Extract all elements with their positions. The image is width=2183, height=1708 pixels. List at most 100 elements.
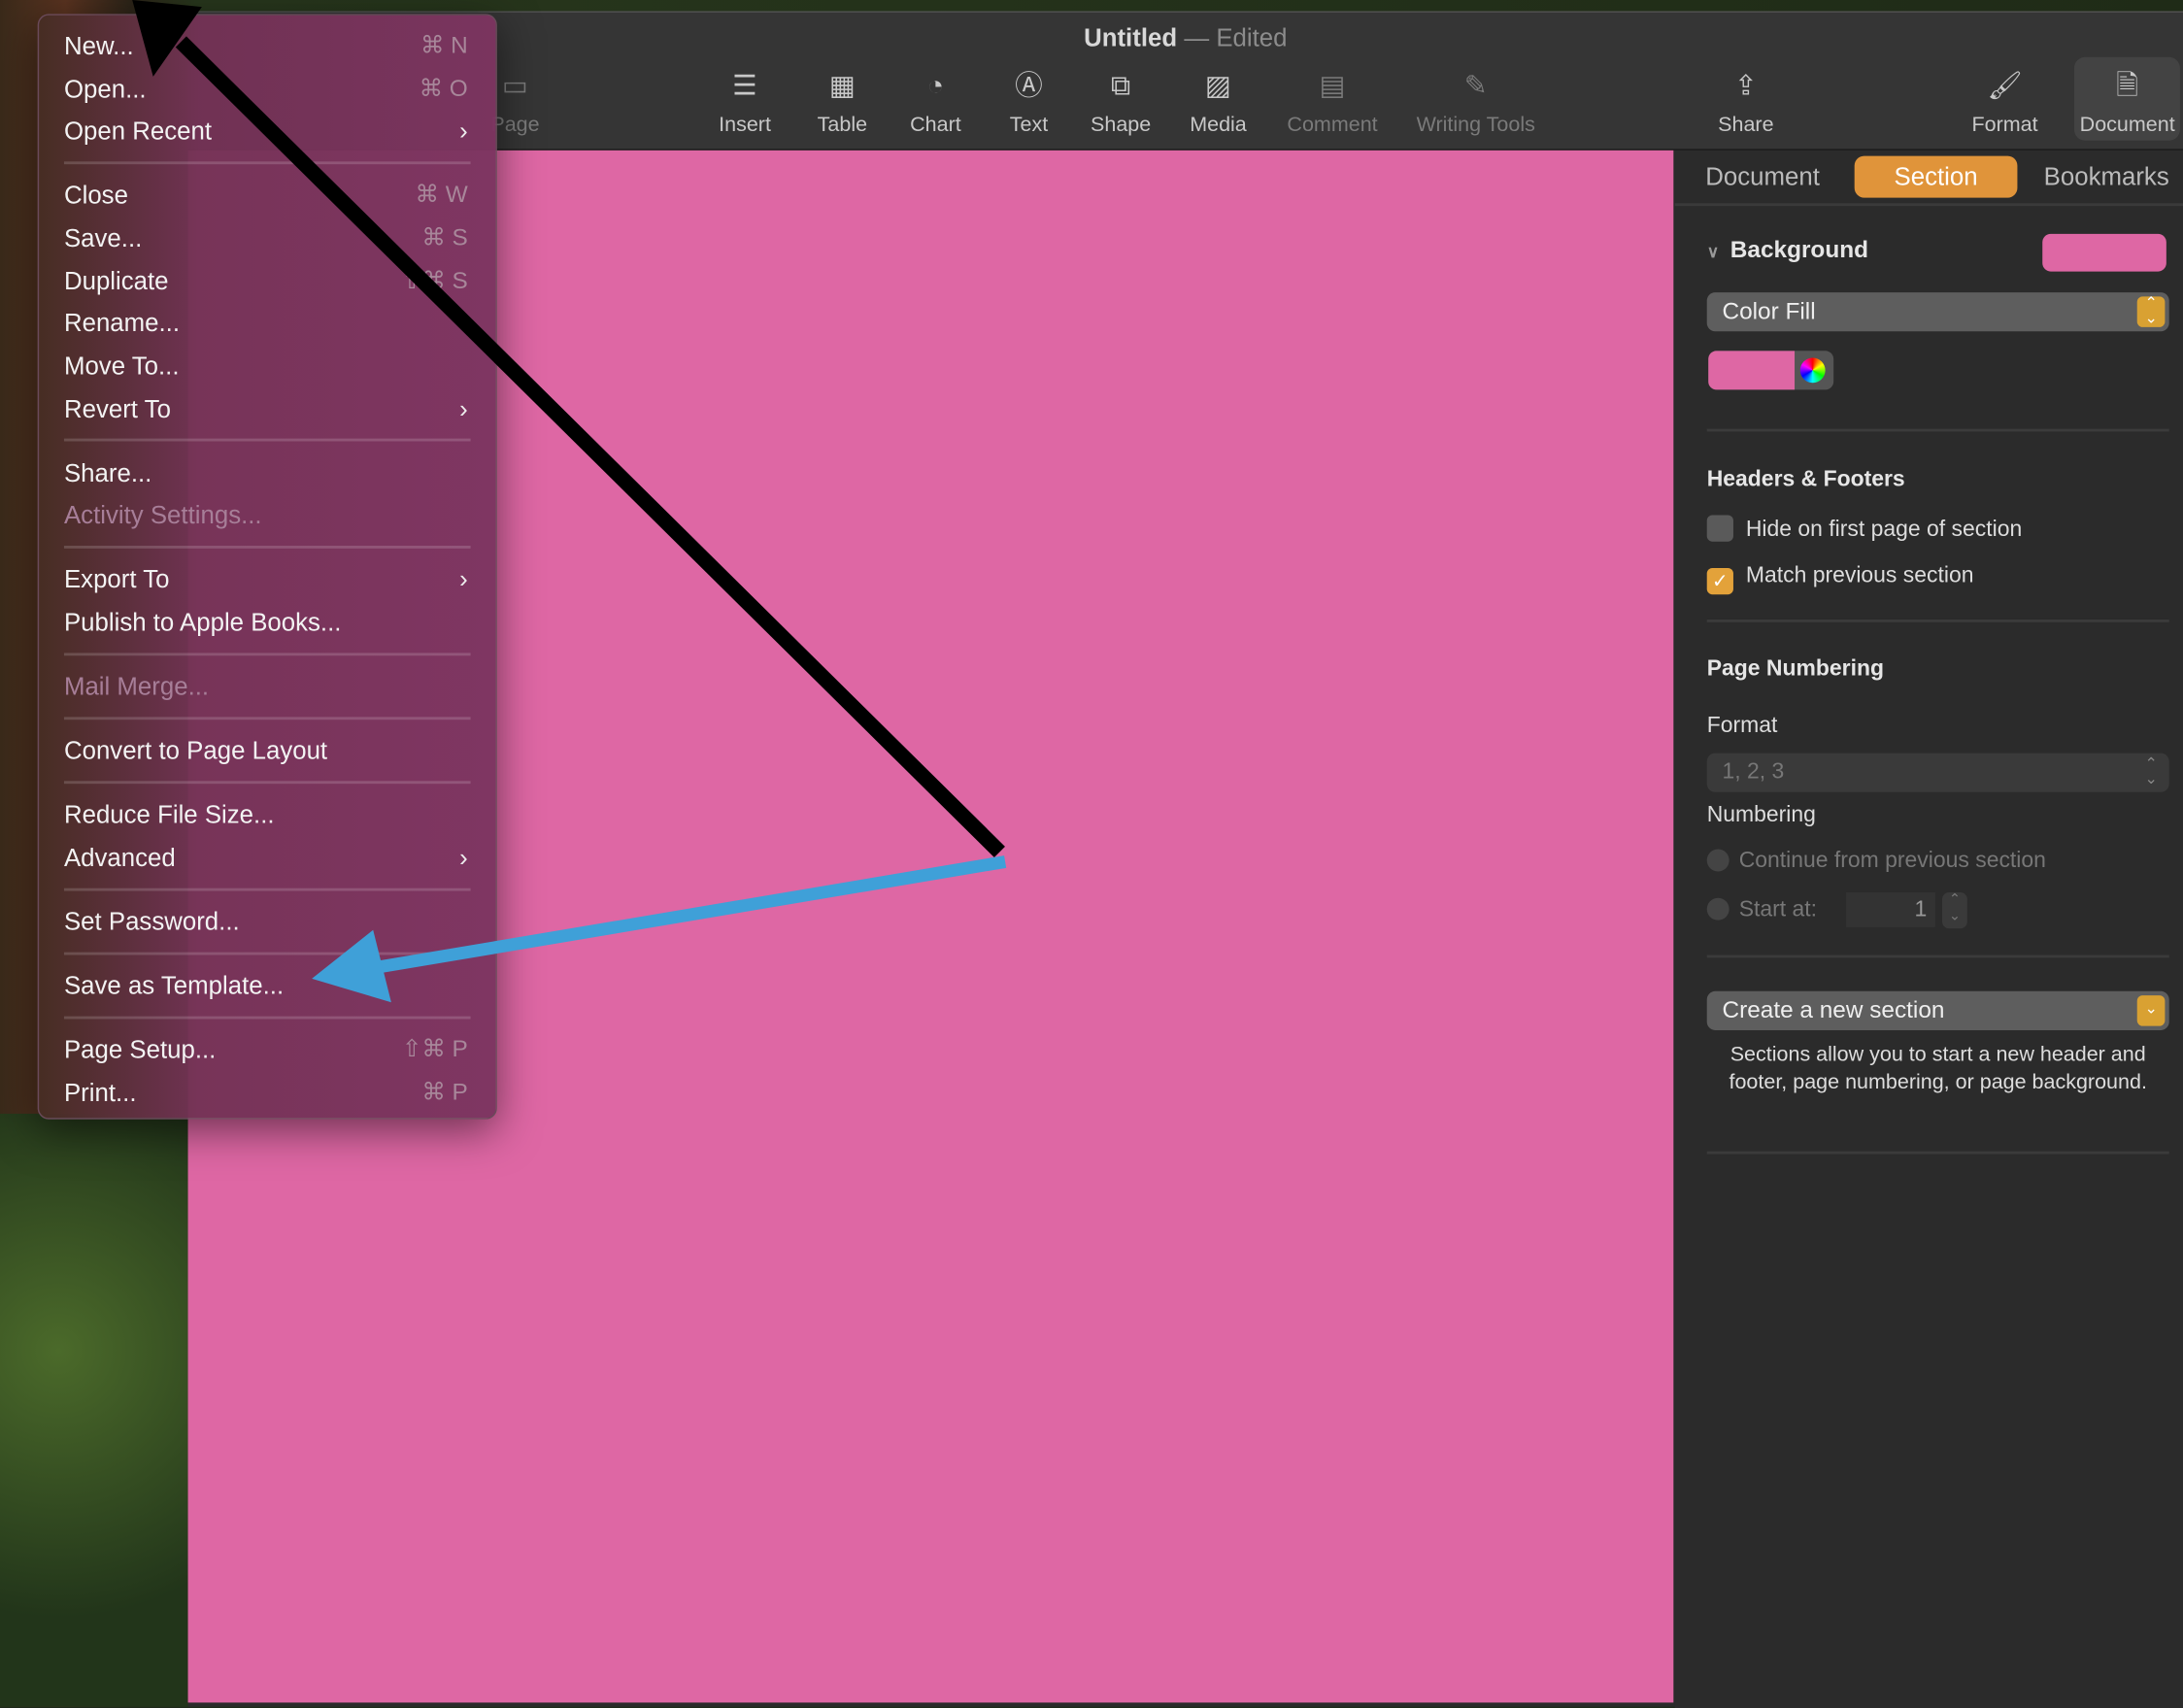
menu-item-label: Open... <box>63 75 147 104</box>
section-description: Sections allow you to start a new header… <box>1729 1042 2147 1094</box>
menu-item-reduce-file-size[interactable]: Reduce File Size... <box>64 793 471 835</box>
toolbar-share-button[interactable]: ⇪ Share <box>1718 68 1773 136</box>
toolbar-shape-button[interactable]: ⧉ Shape <box>1091 68 1151 136</box>
tab-section[interactable]: Section <box>1854 155 2018 198</box>
menu-item-label: Close <box>63 181 128 210</box>
color-wheel-icon[interactable] <box>1799 357 1826 384</box>
menu-separator <box>63 781 471 785</box>
menu-separator <box>63 161 471 165</box>
comment-icon: ▤ <box>1319 71 1346 102</box>
menu-item-label: Page Setup... <box>63 1035 217 1064</box>
menu-separator <box>63 438 471 442</box>
background-color-well[interactable] <box>2042 233 2166 272</box>
start-at-radio[interactable]: Start at: <box>1706 897 1817 923</box>
background-section-toggle[interactable]: ∨ Background <box>1707 237 1868 265</box>
inspector-tabs: Document Section Bookmarks <box>1674 151 2183 207</box>
chevron-down-icon: ∨ <box>1706 242 1720 262</box>
menu-separator <box>63 952 471 955</box>
menu-item-convert-to-page-layout[interactable]: Convert to Page Layout <box>64 729 471 771</box>
shortcut-label: ⌘ P <box>421 1079 468 1106</box>
chevron-right-icon: › <box>459 843 468 872</box>
toolbar-document-button[interactable]: 🗎︎ Document <box>2073 56 2181 141</box>
start-at-stepper[interactable]: ⌃ ⌄ <box>1942 892 1967 929</box>
menu-item-label: Share... <box>63 459 152 487</box>
color-swatch[interactable] <box>1708 351 1796 390</box>
media-icon: ▨ <box>1204 71 1232 102</box>
menu-item-mail-merge: Mail Merge... <box>64 665 471 707</box>
page-icon: ▭ <box>501 71 529 102</box>
menu-item-label: Open Recent <box>63 117 213 146</box>
menu-separator <box>63 653 471 656</box>
menu-item-revert-to[interactable]: Revert To › <box>64 388 471 430</box>
toolbar-media-button[interactable]: ▨ Media <box>1190 68 1247 136</box>
menu-item-page-setup[interactable]: Page Setup... ⇧⌘ P <box>64 1029 471 1071</box>
match-previous-checkbox[interactable]: ✓ Match previous section <box>1706 564 1973 595</box>
shortcut-label: ⌘ N <box>420 31 468 59</box>
document-title: Untitled <box>1084 23 1178 52</box>
fill-type-select[interactable]: Color Fill ⌃ ⌄ <box>1706 292 2169 332</box>
edited-status: Edited <box>1216 23 1288 52</box>
menu-item-move-to[interactable]: Move To... <box>64 346 471 387</box>
menu-item-close[interactable]: Close ⌘ W <box>64 174 471 216</box>
toolbar-table-button[interactable]: ▦ Table <box>818 68 867 136</box>
share-icon: ⇪ <box>1733 71 1758 102</box>
create-section-select[interactable]: Create a new section ⌄ <box>1706 990 2169 1030</box>
chevron-right-icon: › <box>459 117 468 146</box>
menu-item-open[interactable]: Open... ⌘ O <box>64 68 471 110</box>
menu-item-label: Save as Template... <box>63 971 285 1000</box>
menu-item-print[interactable]: Print... ⌘ P <box>64 1072 471 1114</box>
toolbar-insert-button[interactable]: ☰ Insert <box>719 68 771 136</box>
menu-item-publish-to-apple-books[interactable]: Publish to Apple Books... <box>64 601 471 643</box>
toolbar-chart-button[interactable]: ◔ Chart <box>910 68 961 136</box>
menu-item-label: Reduce File Size... <box>63 800 275 829</box>
text-icon: Ⓐ <box>1015 71 1043 102</box>
headers-footers-heading: Headers & Footers <box>1706 467 1905 492</box>
menu-item-new[interactable]: New... ⌘ N <box>64 25 471 67</box>
menu-item-save[interactable]: Save... ⌘ S <box>64 218 471 259</box>
toolbar-format-button[interactable]: 🖌︎ Format <box>1971 68 2037 136</box>
toolbar-comment-button[interactable]: ▤ Comment <box>1287 68 1377 136</box>
number-format-select[interactable]: 1, 2, 3 ⌃ ⌄ <box>1706 753 2169 792</box>
stepper-arrows-icon: ⌃ ⌄ <box>2136 296 2166 327</box>
color-picker[interactable] <box>1708 351 1834 390</box>
radio-unselected[interactable] <box>1706 897 1730 921</box>
toolbar-text-button[interactable]: Ⓐ Text <box>1010 68 1048 136</box>
hide-first-page-checkbox[interactable]: Hide on first page of section <box>1706 515 2022 543</box>
menu-item-label: Print... <box>63 1079 137 1107</box>
menu-item-duplicate[interactable]: Duplicate ⇧⌘ S <box>64 260 471 302</box>
toolbar-page-button[interactable]: ▭ Page <box>490 68 539 136</box>
menu-item-label: Rename... <box>63 309 181 337</box>
shape-icon: ⧉ <box>1110 71 1131 102</box>
format-label: Format <box>1706 714 1778 738</box>
document-inspector: Document Section Bookmarks ∨ Background C… <box>1674 150 2183 1708</box>
menu-item-label: Export To <box>63 565 170 593</box>
continue-radio[interactable]: Continue from previous section <box>1706 849 2046 875</box>
menu-item-set-password[interactable]: Set Password... <box>64 901 471 943</box>
shortcut-label: ⌘ W <box>415 181 468 208</box>
checkmark-icon[interactable]: ✓ <box>1706 567 1733 595</box>
menu-separator <box>63 887 471 891</box>
menu-item-label: Publish to Apple Books... <box>63 608 342 637</box>
menu-item-share[interactable]: Share... <box>64 452 471 494</box>
menu-item-export-to[interactable]: Export To › <box>64 558 471 600</box>
menu-separator <box>63 717 471 720</box>
menu-item-label: New... <box>63 31 134 60</box>
shortcut-label: ⌘ S <box>421 223 468 251</box>
menu-item-rename[interactable]: Rename... <box>64 302 471 344</box>
menu-item-label: Revert To <box>63 395 171 423</box>
chevron-right-icon: › <box>459 395 468 423</box>
menu-item-label: Convert to Page Layout <box>63 736 328 765</box>
menu-item-label: Mail Merge... <box>63 672 210 701</box>
shortcut-label: ⌘ O <box>419 75 468 102</box>
menu-item-open-recent[interactable]: Open Recent › <box>64 110 471 151</box>
start-at-field[interactable]: 1 <box>1846 892 1935 927</box>
menu-item-advanced[interactable]: Advanced › <box>64 837 471 879</box>
radio-selected[interactable] <box>1706 849 1730 872</box>
tab-document[interactable]: Document <box>1692 156 1833 198</box>
toolbar-writing-tools-button[interactable]: ✎ Writing Tools <box>1417 68 1535 136</box>
tab-bookmarks[interactable]: Bookmarks <box>2030 156 2183 198</box>
menu-item-save-as-template[interactable]: Save as Template... <box>64 965 471 1007</box>
menu-item-activity-settings: Activity Settings... <box>64 494 471 536</box>
numbering-label: Numbering <box>1706 803 1816 827</box>
checkbox-unchecked[interactable] <box>1706 515 1733 542</box>
